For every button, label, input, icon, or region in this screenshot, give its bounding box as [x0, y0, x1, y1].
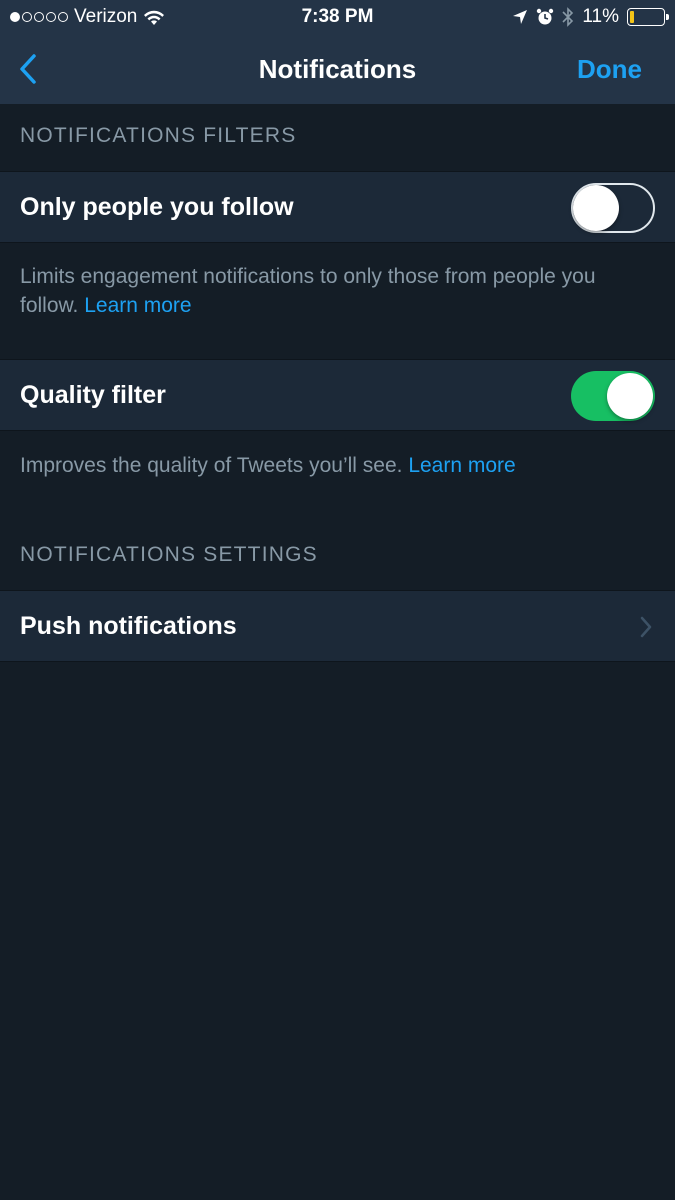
- bluetooth-icon: [562, 7, 574, 27]
- push-notifications-label: Push notifications: [20, 612, 237, 640]
- battery-nub: [666, 14, 669, 20]
- location-arrow-icon: [513, 10, 528, 24]
- quality-filter-description: Improves the quality of Tweets you’ll se…: [20, 451, 650, 480]
- toggle-knob: [573, 185, 619, 231]
- status-bar: Verizon 7:38 PM 11%: [0, 0, 675, 34]
- battery-icon: [627, 8, 669, 26]
- push-notifications-row[interactable]: Push notifications: [0, 590, 675, 662]
- alarm-icon: [537, 8, 554, 25]
- header: Verizon 7:38 PM 11% Notifications Done: [0, 0, 675, 104]
- chevron-right-icon: [640, 616, 652, 638]
- only-people-you-follow-description: Limits engagement notifications to only …: [20, 262, 650, 320]
- navigation-bar: Notifications Done: [0, 34, 675, 104]
- settings-section-header: NOTIFICATIONS SETTINGS: [20, 543, 318, 566]
- quality-filter-label: Quality filter: [20, 381, 166, 409]
- page-title: Notifications: [258, 54, 417, 84]
- quality-filter-toggle[interactable]: [571, 371, 655, 421]
- status-bar-right: 11%: [512, 6, 669, 28]
- description-text: Improves the quality of Tweets you’ll se…: [20, 454, 403, 477]
- filters-section-header: NOTIFICATIONS FILTERS: [20, 124, 297, 147]
- only-people-you-follow-label: Only people you follow: [20, 193, 294, 221]
- only-people-you-follow-row[interactable]: Only people you follow: [0, 171, 675, 243]
- toggle-knob: [607, 373, 653, 419]
- done-button[interactable]: Done: [577, 54, 642, 85]
- battery-fill: [630, 11, 634, 23]
- learn-more-link[interactable]: Learn more: [408, 454, 515, 477]
- battery-percent: 11%: [582, 6, 619, 27]
- quality-filter-row[interactable]: Quality filter: [0, 359, 675, 431]
- learn-more-link[interactable]: Learn more: [84, 294, 191, 317]
- only-people-you-follow-toggle[interactable]: [571, 183, 655, 233]
